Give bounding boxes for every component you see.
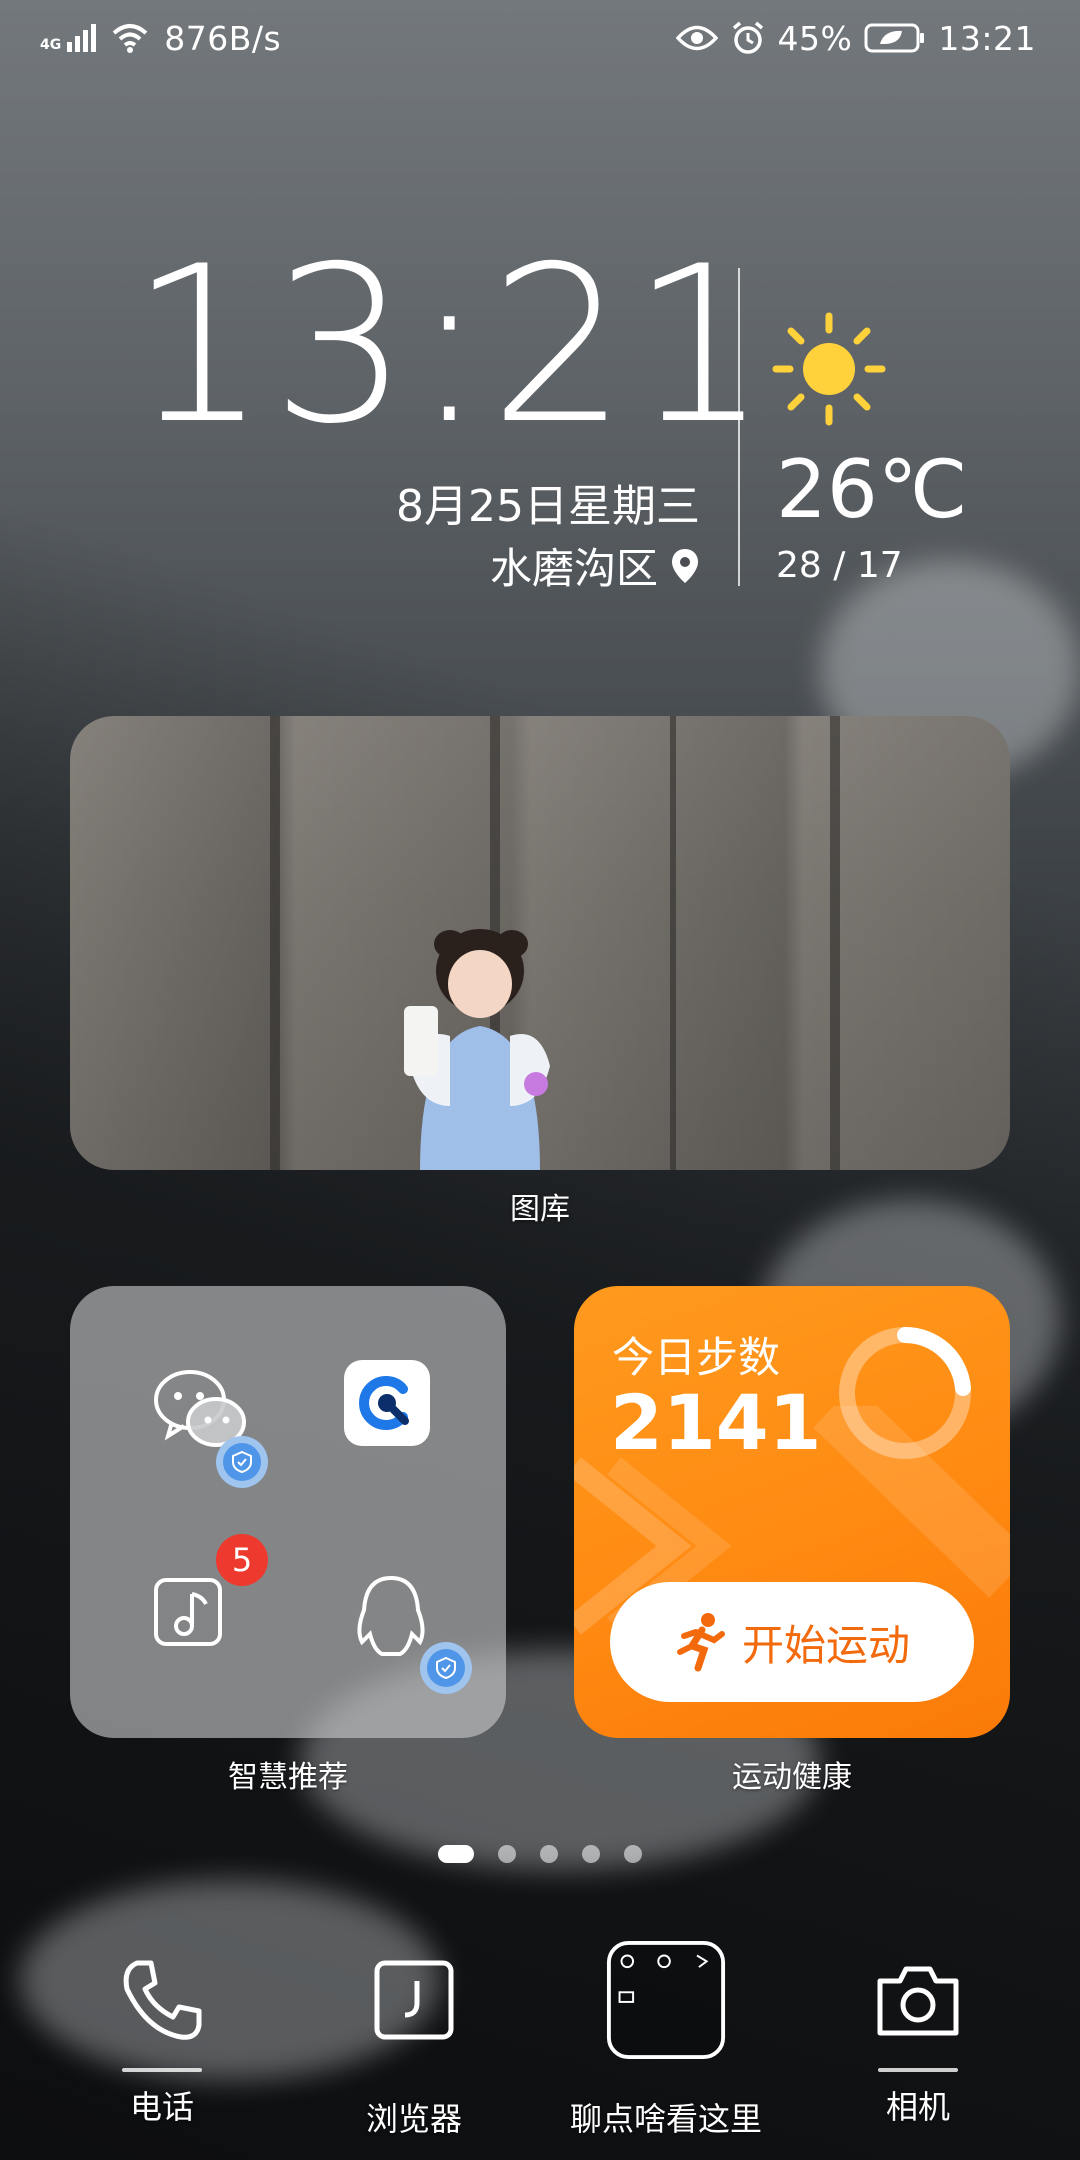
folder-icon [606, 1940, 726, 2060]
network-type: 4G [40, 37, 62, 53]
wifi-icon [112, 24, 148, 53]
browser-c-app[interactable] [344, 1360, 430, 1446]
dock-label: 浏览器 [365, 2100, 462, 2138]
temperature-range: 28 / 17 [776, 545, 903, 586]
dock-folder[interactable]: 聊点啥看这里 [566, 1940, 766, 2140]
page-dot[interactable] [624, 1845, 642, 1863]
gallery-widget[interactable] [70, 716, 1010, 1170]
dock-label: 聊点啥看这里 [569, 2100, 762, 2138]
browser-c-icon [359, 1376, 409, 1430]
dock-label: 电话 [129, 2088, 194, 2126]
shield-check-icon [232, 1450, 252, 1474]
child-figure [404, 929, 550, 1170]
step-count: 2141 [610, 1378, 822, 1467]
page-dot-active[interactable] [438, 1845, 474, 1863]
dock-indicator [878, 2068, 958, 2072]
camera-icon [877, 1966, 959, 2036]
verified-badge [420, 1642, 472, 1694]
battery-percent: 45% [777, 18, 853, 58]
dock-camera[interactable]: 相机 [818, 1940, 1018, 2128]
health-label: 运动健康 [732, 1760, 852, 1795]
alarm-icon [732, 21, 763, 54]
page-indicator[interactable] [0, 1845, 1080, 1863]
dock-label: 相机 [885, 2088, 950, 2126]
health-title: 今日步数 [612, 1333, 781, 1382]
eye-comfort-icon [675, 25, 718, 51]
dock-phone[interactable]: 电话 [62, 1940, 262, 2128]
gallery-photo [70, 716, 1010, 1170]
page-dot[interactable] [540, 1845, 558, 1863]
dock-indicator [122, 2068, 202, 2072]
clock-divider [738, 268, 740, 586]
status-time: 13:21 [938, 18, 1036, 58]
smart-recommend-widget[interactable]: 5 [70, 1286, 506, 1738]
music-app[interactable] [152, 1576, 262, 1686]
gallery-label: 图库 [510, 1192, 570, 1227]
location-text: 水磨沟区 [489, 544, 658, 593]
location-pin-icon [672, 548, 698, 583]
smart-recommend-label: 智慧推荐 [228, 1760, 348, 1795]
date-text: 8月25日星期三 [396, 481, 700, 532]
clock-time[interactable]: 13:21 [130, 238, 768, 454]
sunny-icon [772, 312, 886, 426]
verified-badge [216, 1436, 268, 1488]
shield-check-icon [436, 1656, 456, 1680]
browser-icon [374, 1960, 454, 2040]
music-icon [154, 1578, 222, 1646]
status-bar: 4G 876B/s 45% 13:21 [0, 0, 1080, 76]
signal-icon: 4G [40, 24, 97, 53]
step-progress-ring [839, 1326, 971, 1459]
phone-icon [123, 1960, 202, 2040]
start-exercise-label: 开始运动 [741, 1620, 910, 1670]
net-speed: 876B/s [164, 18, 282, 58]
dock-browser[interactable]: 浏览器 [314, 1940, 514, 2140]
start-exercise-button[interactable]: 开始运动 [610, 1582, 974, 1702]
health-widget[interactable]: 今日步数 2141 开始运动 [574, 1286, 1010, 1738]
running-icon [676, 1613, 725, 1672]
battery-icon [864, 23, 925, 53]
temperature: 26℃ [776, 443, 968, 536]
page-dot[interactable] [582, 1845, 600, 1863]
location-row[interactable]: 水磨沟区 [380, 535, 700, 596]
page-dot[interactable] [498, 1845, 516, 1863]
